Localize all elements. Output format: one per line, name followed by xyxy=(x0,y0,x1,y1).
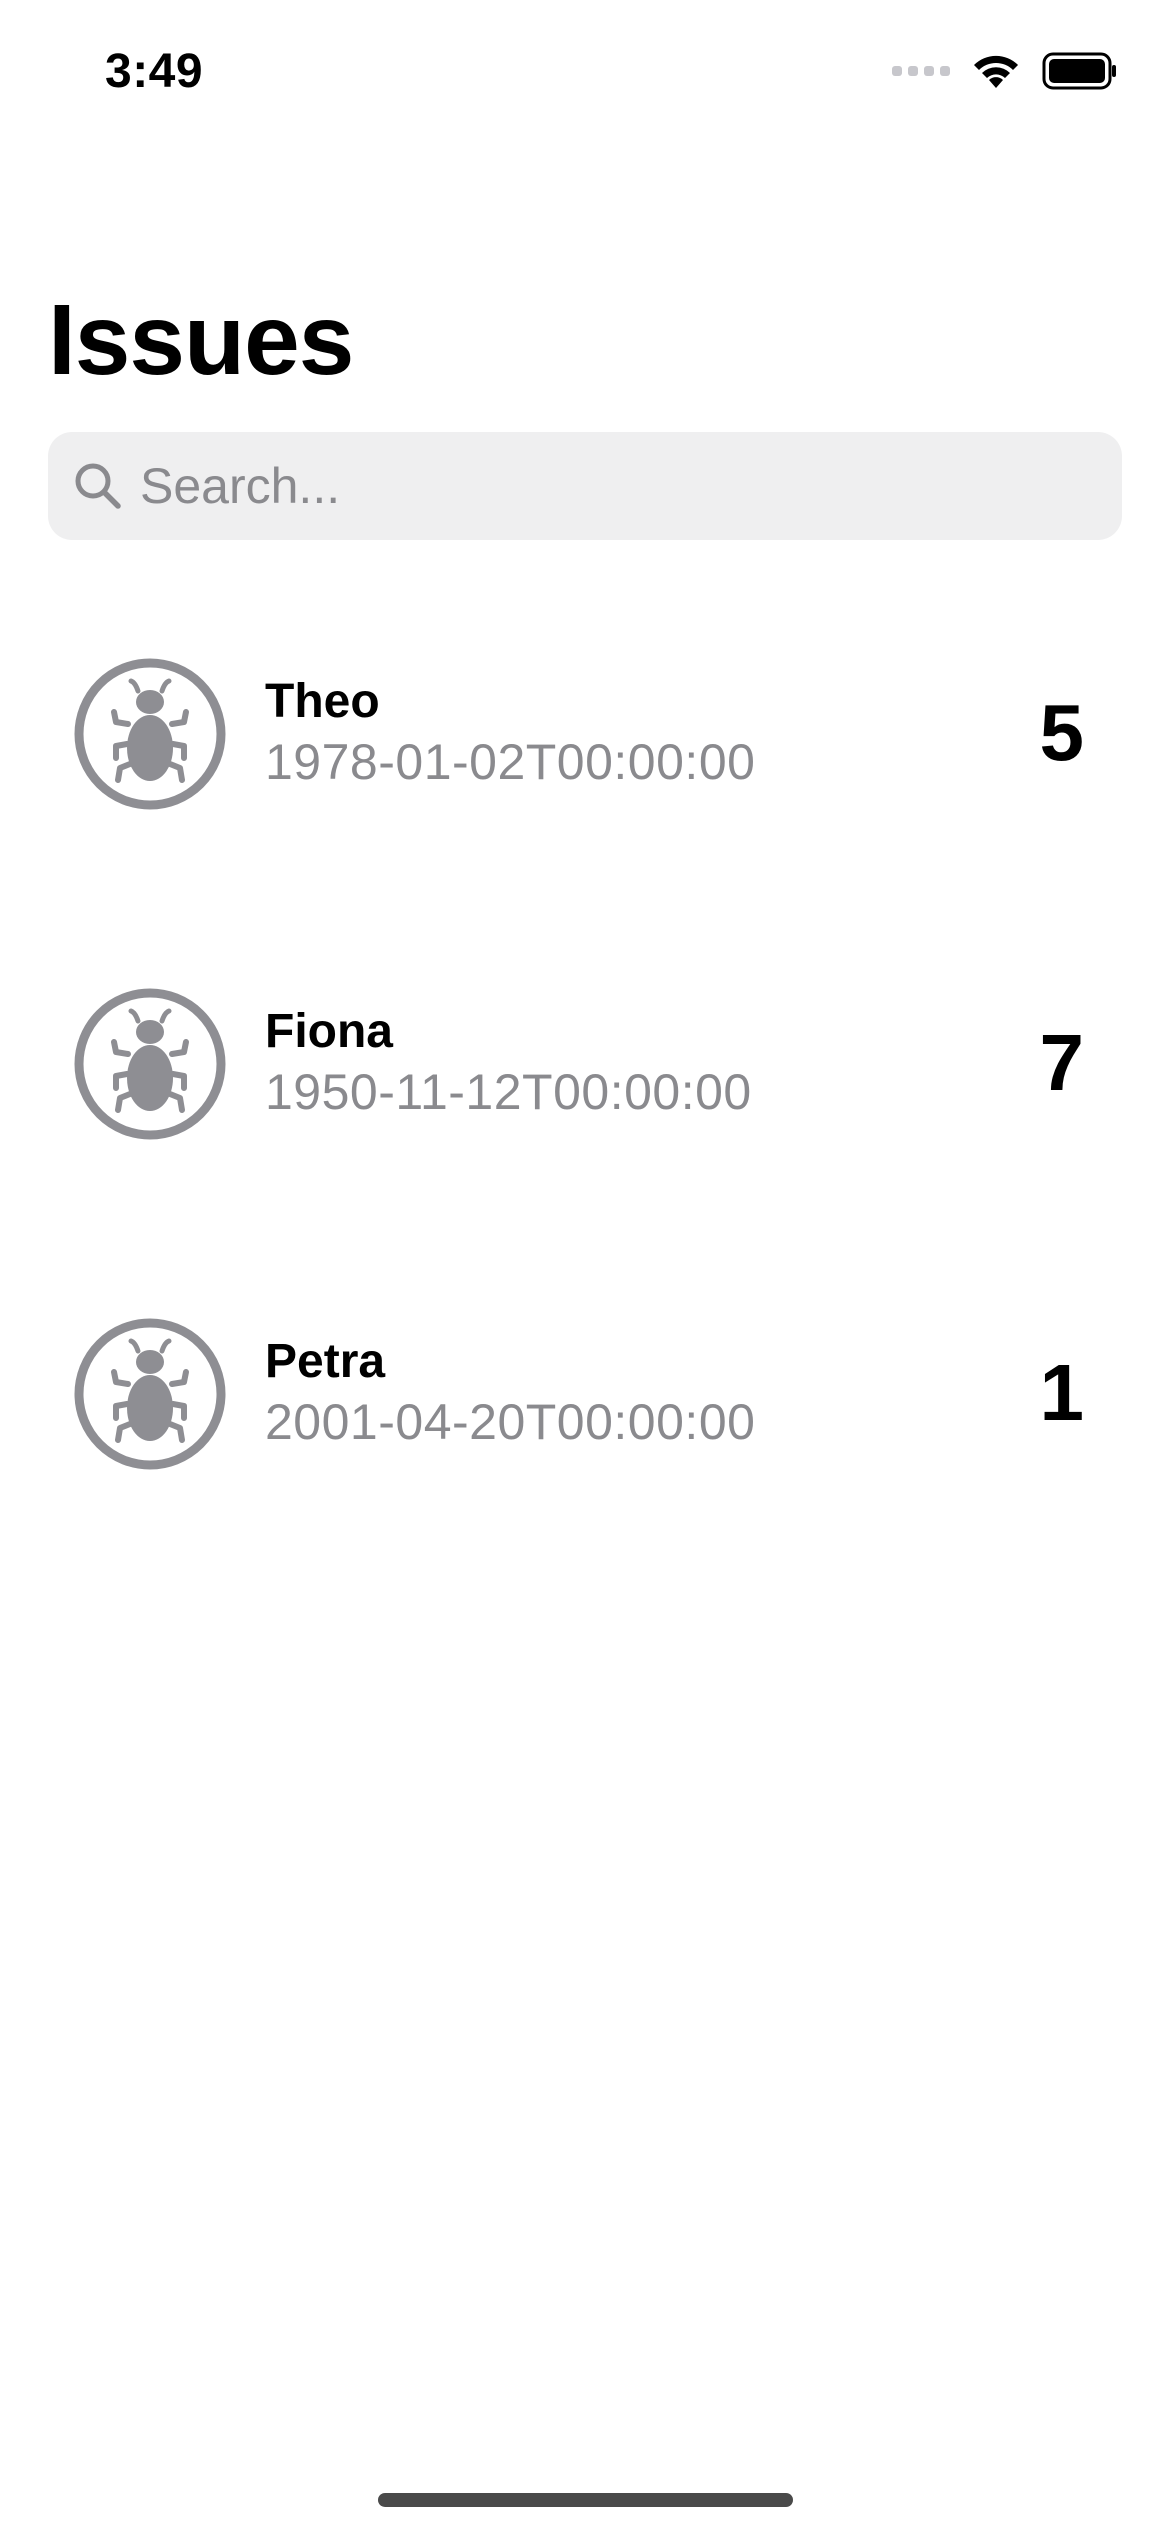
page-title: Issues xyxy=(48,284,354,396)
search-input[interactable] xyxy=(140,457,1040,515)
issue-date: 1950-11-12T00:00:00 xyxy=(265,1064,752,1120)
bug-icon xyxy=(74,658,226,810)
wifi-icon xyxy=(974,55,1018,88)
issue-name: Fiona xyxy=(265,1005,393,1058)
issue-text: Petra 2001-04-20T00:00:00 xyxy=(265,1333,755,1453)
cellular-signal-icon xyxy=(892,66,950,76)
bug-icon xyxy=(74,988,226,1140)
issue-list: Theo 1978-01-02T00:00:00 5 Fiona 1950-11 xyxy=(0,640,1170,1630)
issue-name: Petra xyxy=(265,1335,386,1388)
issue-row-fiona[interactable]: Fiona 1950-11-12T00:00:00 7 xyxy=(0,970,1170,1300)
issue-name: Theo xyxy=(265,675,380,728)
battery-icon xyxy=(1042,52,1116,90)
status-time: 3:49 xyxy=(105,45,204,98)
issue-date: 2001-04-20T00:00:00 xyxy=(265,1394,756,1450)
issue-count: 1 xyxy=(1039,1348,1085,1437)
issue-count: 5 xyxy=(1039,688,1085,777)
issue-row-theo[interactable]: Theo 1978-01-02T00:00:00 5 xyxy=(0,640,1170,970)
search-icon xyxy=(70,458,126,514)
search-bar[interactable] xyxy=(48,432,1122,540)
issue-text: Theo 1978-01-02T00:00:00 xyxy=(265,673,755,793)
issue-text: Fiona 1950-11-12T00:00:00 xyxy=(265,1003,752,1123)
bug-icon xyxy=(74,1318,226,1470)
issue-date: 1978-01-02T00:00:00 xyxy=(265,734,756,790)
status-bar: 3:49 xyxy=(0,0,1170,150)
issue-row-petra[interactable]: Petra 2001-04-20T00:00:00 1 xyxy=(0,1300,1170,1630)
status-icons xyxy=(892,52,1118,90)
home-indicator[interactable] xyxy=(378,2493,793,2507)
issue-count: 7 xyxy=(1039,1018,1085,1107)
